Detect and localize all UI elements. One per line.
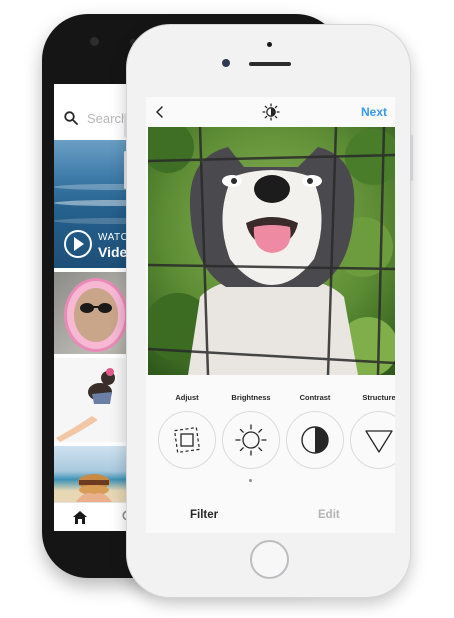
adjust-icon [173,426,201,454]
tab-edit[interactable]: Edit [318,509,340,521]
tool-label: Structure [362,393,395,402]
photo-preview [148,127,395,375]
front-camera [90,37,99,46]
selected-tool-indicator [249,479,252,482]
earpiece-speaker [249,62,291,66]
home-button[interactable] [250,540,289,579]
chevron-left-icon[interactable] [153,104,167,120]
search-placeholder: Search [87,111,129,126]
tool-label: Adjust [175,393,199,402]
brightness-icon [235,424,267,456]
lux-icon[interactable] [262,103,280,121]
search-icon [64,111,78,125]
contrast-icon [301,426,329,454]
play-icon [64,230,92,258]
tab-filter[interactable]: Filter [190,509,218,521]
editor-screen: Next Adjust Brightness Contrast Structur… [146,97,395,533]
tool-label: Brightness [231,393,271,402]
home-icon[interactable] [72,510,88,525]
sensor-dot [267,42,272,47]
structure-icon [365,430,393,453]
front-phone: Next Adjust Brightness Contrast Structur… [124,24,413,598]
editor-tabs: Filter Edit [146,501,395,533]
next-button[interactable]: Next [361,105,387,119]
adjustment-tools: Adjust Brightness Contrast Structure [146,393,395,493]
tool-label: Contrast [299,393,331,402]
editor-topbar: Next [146,97,395,127]
front-camera [222,59,230,67]
mirror-image [64,278,128,352]
